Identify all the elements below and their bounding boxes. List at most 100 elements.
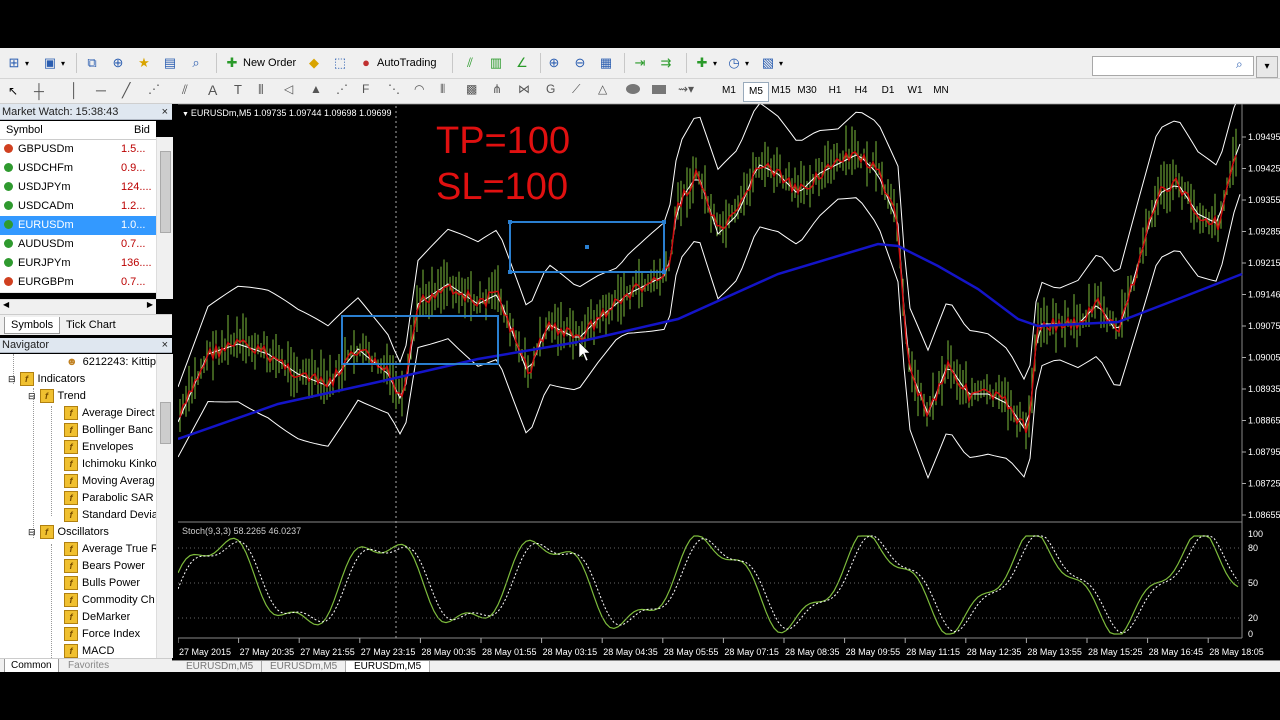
arrow-icon[interactable]: ◁ <box>284 82 293 96</box>
timeframe-w1[interactable]: W1 <box>903 82 927 100</box>
templates-button[interactable]: ▧ ▾ <box>760 53 783 73</box>
profiles-button[interactable]: ▣ ▾ <box>42 53 65 73</box>
scroll-right-icon[interactable]: ▶ <box>147 300 153 309</box>
new-chart-button[interactable]: ⊞ ▾ <box>6 53 29 73</box>
periods-button[interactable]: ◷ ▾ <box>726 53 749 73</box>
tab-tick-chart[interactable]: Tick Chart <box>60 317 122 333</box>
entry-zone-rectangle[interactable] <box>341 315 499 365</box>
rect-handle[interactable] <box>508 220 512 224</box>
indicators-folder[interactable]: ⊟ f Indicators <box>8 371 85 388</box>
text-icon[interactable]: A <box>208 82 217 98</box>
scroll-left-icon[interactable]: ◀ <box>3 300 9 309</box>
collapse-icon[interactable]: ⊟ <box>28 527 36 537</box>
indicator-item[interactable]: f Bollinger Banc <box>64 422 153 439</box>
up-arrow-icon[interactable]: ▲ <box>310 82 322 96</box>
market-watch-button[interactable]: ⧉ <box>84 53 100 73</box>
candlestick-button[interactable]: ▥ <box>488 53 504 73</box>
crosshair-icon[interactable]: ┼ <box>34 83 44 99</box>
market-watch-row[interactable]: EURJPYm 136.... <box>0 254 156 274</box>
fibo-channel-icon[interactable]: F <box>362 82 369 96</box>
tile-windows-button[interactable]: ▦ <box>598 53 614 73</box>
timeframe-m5[interactable]: M5 <box>743 82 769 102</box>
search-icon[interactable]: ⌕ <box>1236 57 1243 72</box>
indicator-item[interactable]: f Force Index <box>64 626 140 643</box>
indicator-item[interactable]: f Average True R <box>64 541 156 558</box>
trendline-icon[interactable]: ╱ <box>122 82 130 99</box>
account-item[interactable]: ☻ 6212243: Kittip <box>66 354 156 371</box>
symbol-column-header[interactable]: Symbol <box>6 121 43 139</box>
arrows-menu-icon[interactable]: ⇝▾ <box>678 82 694 96</box>
options-button[interactable]: ⬚ <box>332 53 348 73</box>
channel-icon[interactable]: ⫽ <box>182 82 188 98</box>
timeframe-m15[interactable]: M15 <box>769 82 793 100</box>
indicator-item[interactable]: f Parabolic SAR <box>64 490 154 507</box>
timeframe-m1[interactable]: M1 <box>717 82 741 100</box>
indicators-button[interactable]: ✚ ▾ <box>694 53 717 73</box>
rect-center-handle[interactable] <box>585 245 589 249</box>
market-watch-row[interactable]: GBPUSDm 1.5... <box>0 140 156 160</box>
fibonacci-fan-icon[interactable]: ⋰ <box>148 82 160 96</box>
market-watch-row[interactable]: EURGBPm 0.7... <box>0 273 156 293</box>
fibo-arcs-icon[interactable]: ◠ <box>414 82 424 96</box>
price-chart[interactable]: 1.09495 1.09425 1.09355 1.09285 1.09215 1.091… <box>177 93 1280 662</box>
oscillators-folder[interactable]: ⊟ f Oscillators <box>28 524 109 541</box>
cursor-icon[interactable]: ↖ <box>8 84 18 98</box>
chart-menu-icon[interactable]: ▼ <box>182 111 191 118</box>
collapse-icon[interactable]: ⊟ <box>28 391 36 401</box>
gann-fan-icon[interactable]: ⋰ <box>336 82 348 96</box>
bid-column-header[interactable]: Bid <box>134 121 150 139</box>
timeframe-h1[interactable]: H1 <box>823 82 847 100</box>
indicator-item[interactable]: f Moving Averag <box>64 473 155 490</box>
indicator-item[interactable]: f Envelopes <box>64 439 133 456</box>
line-chart-button[interactable]: ∠ <box>514 53 530 73</box>
indicator-item[interactable]: f Bears Power <box>64 558 145 575</box>
triangle-icon[interactable]: △ <box>598 82 607 96</box>
search-dropdown-button[interactable]: ▾ <box>1256 56 1278 78</box>
fibo-timezones-icon[interactable]: ⦀ <box>440 82 445 97</box>
fibo-expansion-icon[interactable]: ⋱ <box>388 82 400 96</box>
ellipse-icon[interactable] <box>626 84 640 94</box>
market-watch-row[interactable]: USDCADm 1.2... <box>0 197 156 217</box>
navigator-scrollbar[interactable] <box>156 354 173 658</box>
metaeditor-button[interactable]: ◆ <box>306 53 322 73</box>
tab-favorites[interactable]: Favorites <box>62 659 115 672</box>
timeframe-m30[interactable]: M30 <box>795 82 819 100</box>
andrews-pitchfork-icon[interactable]: ⋔ <box>492 82 502 96</box>
close-icon[interactable]: × <box>162 104 168 120</box>
cycle-lines-icon[interactable]: ⦀ <box>258 82 264 98</box>
gann-grid-icon[interactable]: ▩ <box>466 82 477 96</box>
indicator-item[interactable]: f Average Direct <box>64 405 155 422</box>
rect-handle[interactable] <box>662 270 666 274</box>
scrollbar-thumb[interactable] <box>160 402 171 444</box>
indicator-item[interactable]: f DeMarker <box>64 609 130 626</box>
indicator-item[interactable]: f Commodity Ch <box>64 592 155 609</box>
chart-window[interactable]: 1.09495 1.09425 1.09355 1.09285 1.09215 1.091… <box>177 93 1280 662</box>
gann-line-icon[interactable]: ⟋ <box>572 82 580 97</box>
rect-handle[interactable] <box>662 220 666 224</box>
data-window-button[interactable]: ⊕ <box>110 53 126 73</box>
vertical-line-icon[interactable]: │ <box>70 82 79 98</box>
autotrading-button[interactable]: ● AutoTrading <box>358 53 436 73</box>
zoom-out-button[interactable]: ⊖ <box>572 53 588 73</box>
new-order-button[interactable]: ✚ New Order <box>224 53 297 73</box>
collapse-icon[interactable]: ⊟ <box>8 374 16 384</box>
timeframe-mn[interactable]: MN <box>929 82 953 100</box>
bar-chart-button[interactable]: ⫽ <box>462 53 478 73</box>
sl-annotation[interactable]: SL=100 <box>436 166 568 209</box>
std-dev-channel-icon[interactable]: G <box>546 82 555 96</box>
trend-folder[interactable]: ⊟ f Trend <box>28 388 86 405</box>
market-watch-hscrollbar[interactable]: ◀ ▶ <box>0 299 156 314</box>
chart-shift-button[interactable]: ⇥ <box>632 53 648 73</box>
timeframe-h4[interactable]: H4 <box>849 82 873 100</box>
autoscroll-button[interactable]: ⇉ <box>658 53 674 73</box>
market-watch-row[interactable]: EURUSDm 1.0... <box>0 216 156 236</box>
close-icon[interactable]: × <box>162 338 168 353</box>
market-watch-row[interactable]: USDCHFm 0.9... <box>0 159 156 179</box>
rect-handle[interactable] <box>508 270 512 274</box>
indicator-item[interactable]: f Standard Devia <box>64 507 156 524</box>
search-input[interactable] <box>1092 56 1254 76</box>
tab-common[interactable]: Common <box>4 659 59 673</box>
navigator-button[interactable]: ★ <box>136 53 152 73</box>
timeframe-d1[interactable]: D1 <box>876 82 900 100</box>
zoom-in-button[interactable]: ⊕ <box>546 53 562 73</box>
